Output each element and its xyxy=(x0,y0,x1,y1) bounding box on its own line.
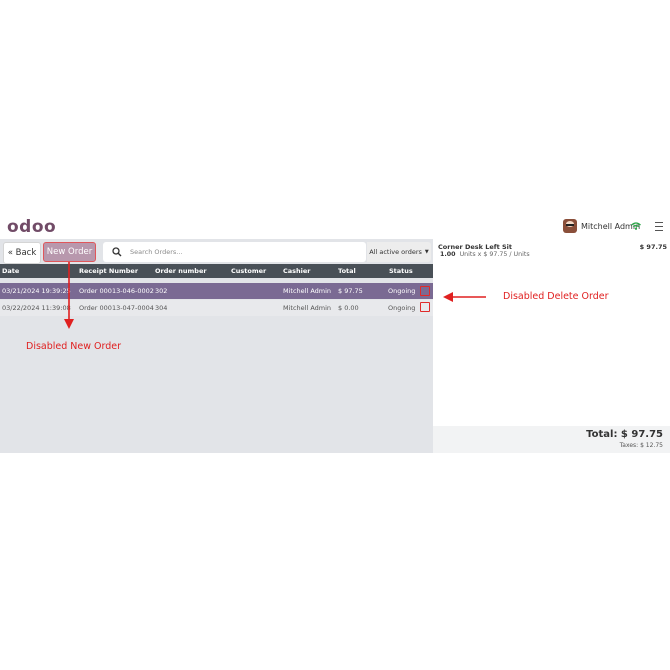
search-input[interactable] xyxy=(130,248,350,256)
new-order-button: New Order xyxy=(43,242,96,262)
orders-controls: « Back New Order All active orders ▼ xyxy=(0,239,433,264)
annotation-disabled-delete: Disabled Delete Order xyxy=(503,291,609,302)
search-box xyxy=(103,242,366,262)
orderline-unit-text: Units x $ 97.75 / Units xyxy=(459,251,530,258)
header-cashier: Cashier xyxy=(283,267,311,275)
caret-down-icon: ▼ xyxy=(424,249,429,255)
orderline-quantity: 1.00 Units x $ 97.75 / Units xyxy=(440,251,530,258)
header-total: Total xyxy=(338,267,356,275)
row-receipt: Order 00013-046-0002 xyxy=(79,287,154,295)
row-total: $ 97.75 xyxy=(338,287,363,295)
header-receipt-number: Receipt Number xyxy=(79,267,139,275)
search-icon xyxy=(112,247,122,257)
disabled-delete-order-box xyxy=(420,286,430,296)
header-order-number: Order number xyxy=(155,267,207,275)
row-status: Ongoing xyxy=(388,304,416,312)
orders-filter-dropdown[interactable]: All active orders ▼ xyxy=(367,242,431,262)
orderline-qty-value: 1.00 xyxy=(440,251,456,258)
row-order-number: 302 xyxy=(155,287,168,295)
orders-table-header: Date Receipt Number Order number Custome… xyxy=(0,264,433,278)
row-status: Ongoing xyxy=(388,287,416,295)
row-date: 03/21/2024 19:39:25 xyxy=(2,287,71,295)
row-order-number: 304 xyxy=(155,304,168,312)
order-detail-panel: Corner Desk Left Sit $ 97.75 1.00 Units … xyxy=(433,239,670,453)
filter-label: All active orders xyxy=(369,248,422,256)
table-row[interactable]: 03/22/2024 11:39:08 Order 00013-047-0004… xyxy=(0,300,433,316)
user-avatar-icon xyxy=(563,219,577,233)
row-cashier: Mitchell Admin xyxy=(283,304,332,312)
user-menu[interactable]: Mitchell Admin xyxy=(563,217,640,235)
header-customer: Customer xyxy=(231,267,267,275)
top-navbar: odoo Mitchell Admin xyxy=(0,213,670,239)
row-date: 03/22/2024 11:39:08 xyxy=(2,304,71,312)
orderline-product-name: Corner Desk Left Sit xyxy=(438,243,512,251)
order-taxes: Taxes: $ 12.75 xyxy=(619,442,663,449)
annotation-disabled-new-order: Disabled New Order xyxy=(26,341,122,352)
row-receipt: Order 00013-047-0004 xyxy=(79,304,154,312)
hamburger-menu-icon[interactable] xyxy=(655,222,663,231)
header-status: Status xyxy=(389,267,413,275)
order-total: Total: $ 97.75 xyxy=(586,429,663,440)
table-row[interactable]: 03/21/2024 19:39:25 Order 00013-046-0002… xyxy=(0,283,433,299)
odoo-logo: odoo xyxy=(7,217,57,237)
row-cashier: Mitchell Admin xyxy=(283,287,332,295)
header-date: Date xyxy=(2,267,20,275)
back-button[interactable]: « Back xyxy=(3,242,41,264)
wifi-icon xyxy=(631,222,641,230)
disabled-delete-order-box xyxy=(420,302,430,312)
orderline-price: $ 97.75 xyxy=(639,243,667,251)
pos-orders-screen: odoo Mitchell Admin « Back New Order Sea… xyxy=(0,0,670,670)
row-total: $ 0.00 xyxy=(338,304,359,312)
order-summary: Total: $ 97.75 Taxes: $ 12.75 xyxy=(433,426,670,453)
